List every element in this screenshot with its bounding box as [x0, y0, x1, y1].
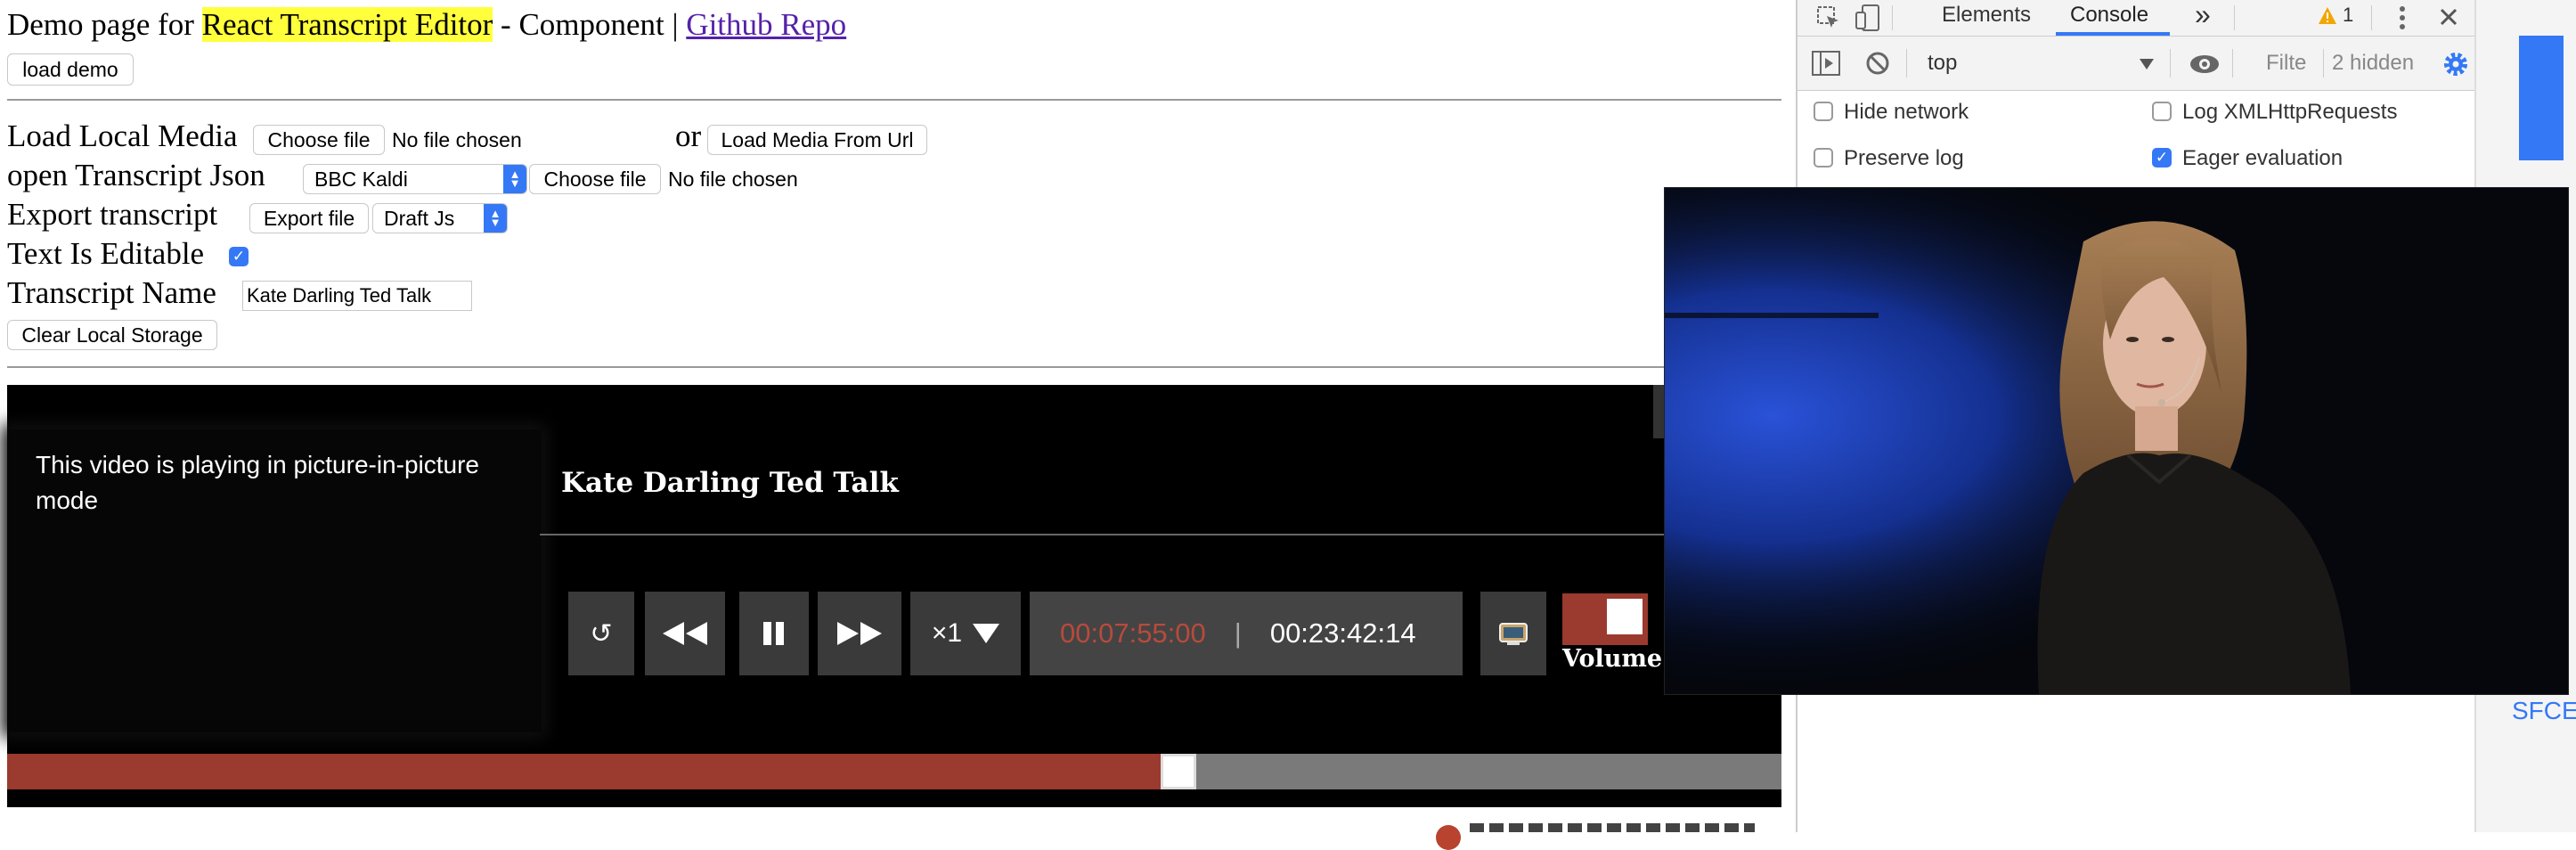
volume-knob [1607, 599, 1643, 634]
playback-rate-select[interactable]: ×1 [910, 592, 1021, 675]
github-repo-link[interactable]: Github Repo [686, 7, 846, 42]
hide-network-checkbox[interactable] [1814, 102, 1833, 121]
gear-icon[interactable] [2442, 51, 2469, 78]
pip-placeholder: This video is playing in picture-in-pict… [7, 429, 542, 732]
filter-input[interactable]: Filte [2266, 51, 2306, 76]
play-pause-button[interactable] [739, 592, 809, 675]
divider-bottom [7, 366, 1781, 368]
open-transcript-label: open Transcript Json [7, 158, 265, 192]
preserve-log-checkbox[interactable] [1814, 148, 1833, 168]
progress-handle[interactable] [1161, 754, 1196, 789]
export-format-value: Draft Js [384, 206, 455, 230]
page-title: Demo page for React Transcript Editor - … [7, 7, 846, 43]
volume-toggle[interactable] [1562, 593, 1648, 645]
pip-message: This video is playing in picture-in-pict… [36, 451, 479, 514]
eye-icon[interactable] [2189, 54, 2220, 74]
rewind-icon [663, 622, 707, 645]
export-file-button[interactable]: Export file [249, 203, 369, 233]
devtools-divider-5 [2170, 49, 2171, 78]
title-underline [540, 534, 1781, 535]
load-media-url-button[interactable]: Load Media From Url [707, 125, 927, 155]
blue-block [2519, 36, 2564, 160]
active-tab-indicator [2056, 32, 2170, 36]
title-prefix: Demo page for [7, 7, 202, 42]
progress-fill [7, 754, 1178, 789]
transcript-name-input[interactable] [242, 281, 472, 311]
rollback-icon: ↺ [590, 617, 613, 650]
devtools-divider-6 [2232, 49, 2233, 78]
playback-rate-value: ×1 [931, 618, 963, 648]
devtools-divider-4 [1906, 49, 1907, 78]
or-label: or [675, 119, 702, 153]
background-snippet: SFCE [2512, 697, 2576, 724]
choose-transcript-file-button[interactable]: Choose file [529, 164, 661, 194]
log-xhr-checkbox[interactable] [2152, 102, 2172, 121]
preserve-log-label: Preserve log [1844, 146, 1964, 170]
picture-in-picture-button[interactable] [1480, 592, 1546, 675]
export-label: Export transcript [7, 197, 218, 232]
select-arrows-icon: ▲ ▼ [484, 204, 507, 233]
volume-label: Volume [1562, 645, 1663, 673]
duration: 00:23:42:14 [1269, 617, 1416, 649]
load-media-label: Load Local Media [7, 119, 238, 153]
video-title: Kate Darling Ted Talk [561, 467, 899, 499]
timecode-box: 00:07:55:00 | 00:23:42:14 [1030, 592, 1463, 675]
select-arrows-icon: ▲ ▼ [503, 165, 526, 193]
more-tabs-button[interactable]: » [2195, 0, 2211, 31]
tab-console[interactable]: Console [2070, 3, 2148, 28]
rewind-button[interactable] [645, 592, 725, 675]
divider-top [7, 99, 1781, 101]
console-toolbar: top Filte 2 hidden [1797, 37, 2476, 91]
inspect-icon[interactable] [1815, 4, 1842, 31]
tab-elements[interactable]: Elements [1942, 3, 2031, 28]
warning-icon[interactable] [2318, 6, 2337, 26]
title-suffix: - Component | [493, 7, 687, 42]
devtools-divider-3 [2371, 5, 2372, 30]
hidden-count: 2 hidden [2332, 51, 2415, 75]
chevron-down-icon[interactable] [2140, 59, 2154, 69]
media-file-status: No file chosen [392, 128, 522, 151]
editable-label: Text Is Editable [7, 236, 205, 271]
console-settings: Hide network Log XMLHttpRequests Preserv… [1797, 91, 2476, 184]
devtools-toolbar: Elements Console » 1 [1797, 0, 2476, 37]
cut-off-heading [1470, 818, 1773, 832]
devtools-divider-2 [2234, 5, 2235, 30]
title-highlight: React Transcript Editor [201, 7, 493, 42]
show-sidebar-icon[interactable] [1812, 51, 1840, 76]
help-icon[interactable] [1436, 825, 1461, 850]
current-time[interactable]: 00:07:55:00 [1060, 617, 1206, 650]
fast-forward-icon [837, 622, 882, 645]
video-frame [1665, 188, 2568, 694]
load-demo-button[interactable]: load demo [7, 53, 134, 86]
clear-console-icon[interactable] [1865, 51, 1890, 76]
stt-type-value: BBC Kaldi [314, 167, 408, 191]
time-separator: | [1234, 617, 1242, 649]
devtools-divider-7 [2323, 49, 2324, 78]
eager-eval-label: Eager evaluation [2182, 146, 2344, 170]
picture-in-picture-icon [1499, 623, 1528, 645]
forward-button[interactable] [818, 592, 901, 675]
export-format-select[interactable]: Draft Js ▲ ▼ [372, 203, 508, 233]
transcript-name-label: Transcript Name [7, 275, 216, 310]
pause-icon [763, 622, 784, 645]
eager-eval-checkbox[interactable]: ✓ [2152, 148, 2172, 168]
devtools-divider [1892, 5, 1893, 30]
transcript-file-status: No file chosen [668, 168, 798, 191]
kebab-menu-icon[interactable] [2398, 5, 2407, 30]
rollback-button[interactable]: ↺ [568, 592, 634, 675]
warning-count: 1 [2343, 4, 2354, 26]
clear-local-storage-button[interactable]: Clear Local Storage [7, 320, 217, 350]
progress-bar[interactable] [7, 754, 1781, 789]
close-icon[interactable] [2439, 7, 2458, 27]
media-player: This video is playing in picture-in-pict… [7, 385, 1781, 807]
chevron-down-icon [973, 624, 1000, 643]
stt-type-select[interactable]: BBC Kaldi ▲ ▼ [303, 164, 527, 194]
hide-network-label: Hide network [1844, 100, 1969, 124]
context-selector[interactable]: top [1928, 51, 1957, 76]
pip-window[interactable] [1664, 187, 2569, 695]
device-toolbar-icon[interactable] [1855, 4, 1881, 32]
choose-media-file-button[interactable]: Choose file [253, 125, 385, 155]
log-xhr-label: Log XMLHttpRequests [2182, 100, 2398, 124]
editable-checkbox[interactable]: ✓ [229, 247, 249, 266]
